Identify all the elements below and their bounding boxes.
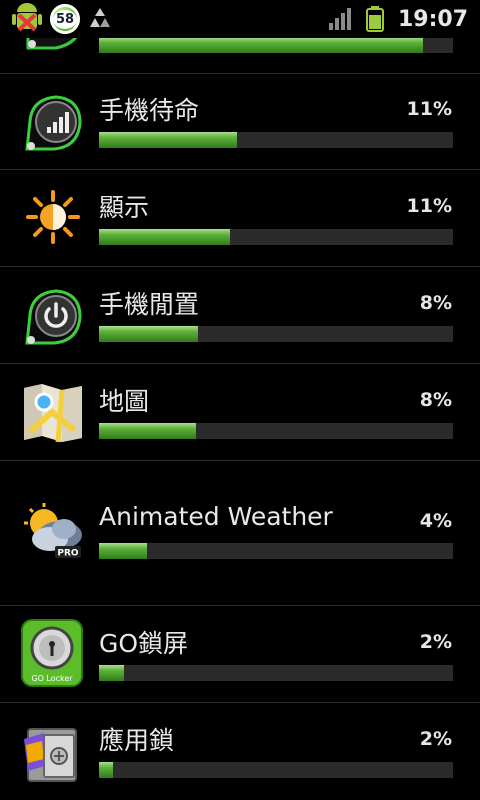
usage-bar <box>99 543 453 559</box>
usage-bar-fill <box>99 229 230 245</box>
usage-bar-fill <box>99 37 423 53</box>
go-locker-icon: GO Locker <box>21 619 83 687</box>
usage-bar-fill <box>99 665 124 681</box>
list-item[interactable]: GO Locker GO鎖屏 2% <box>0 606 480 703</box>
app-name: 手機待命 <box>99 96 200 125</box>
list-item[interactable]: 應用鎖 2% <box>0 703 480 800</box>
notification-badge-icon: 58 <box>50 4 80 34</box>
usage-percent: 8% <box>419 292 452 314</box>
usage-bar-fill <box>99 543 147 559</box>
list-item[interactable]: 地圖 8% <box>0 364 480 461</box>
app-name: 地圖 <box>99 387 150 416</box>
animated-weather-pro-icon: PRO <box>24 503 82 559</box>
notification-count: 58 <box>52 9 78 29</box>
app-name: 手機閒置 <box>99 290 200 319</box>
display-brightness-icon <box>26 190 80 244</box>
usage-percent: 4% <box>419 510 452 532</box>
usage-bar <box>99 132 453 148</box>
usage-bar <box>99 326 453 342</box>
maps-icon <box>24 384 82 443</box>
android-debug-icon <box>12 3 42 32</box>
battery-icon <box>365 6 384 32</box>
status-bar: 58 19:07 <box>0 0 480 38</box>
app-name: 顯示 <box>99 193 150 222</box>
pro-badge: PRO <box>57 549 79 559</box>
clock: 19:07 <box>397 6 468 32</box>
recycle-icon <box>90 8 110 27</box>
usage-bar-fill <box>99 132 238 148</box>
notification-icons: 58 <box>10 3 114 35</box>
usage-bar <box>99 37 453 53</box>
usage-bar-fill <box>99 762 114 778</box>
app-name: GO鎖屏 <box>99 629 189 658</box>
usage-bar <box>99 762 453 778</box>
usage-bar <box>99 665 453 681</box>
phone-idle-power-icon <box>25 289 82 345</box>
usage-bar <box>99 423 453 439</box>
app-name: 應用鎖 <box>99 726 175 755</box>
list-item[interactable]: 顯示 11% <box>0 170 480 267</box>
cell-standby-icon <box>25 95 82 151</box>
usage-bar-fill <box>99 423 197 439</box>
usage-percent: 11% <box>406 98 452 120</box>
usage-bar <box>99 229 453 245</box>
usage-percent: 8% <box>419 389 452 411</box>
signal-icon <box>328 8 351 30</box>
list-item[interactable]: 手機待命 11% <box>0 73 480 170</box>
system-status: 19:07 <box>328 3 468 35</box>
usage-percent: 2% <box>419 728 452 750</box>
app-lock-safe-icon <box>24 728 77 782</box>
list-item[interactable]: PRO Animated Weather 4% <box>0 461 480 606</box>
app-name: Animated Weather <box>99 502 333 531</box>
usage-percent: 11% <box>406 195 452 217</box>
usage-percent: 2% <box>419 631 452 653</box>
list-item[interactable]: 手機閒置 8% <box>0 267 480 364</box>
go-locker-label: GO Locker <box>31 674 73 683</box>
usage-bar-fill <box>99 326 199 342</box>
